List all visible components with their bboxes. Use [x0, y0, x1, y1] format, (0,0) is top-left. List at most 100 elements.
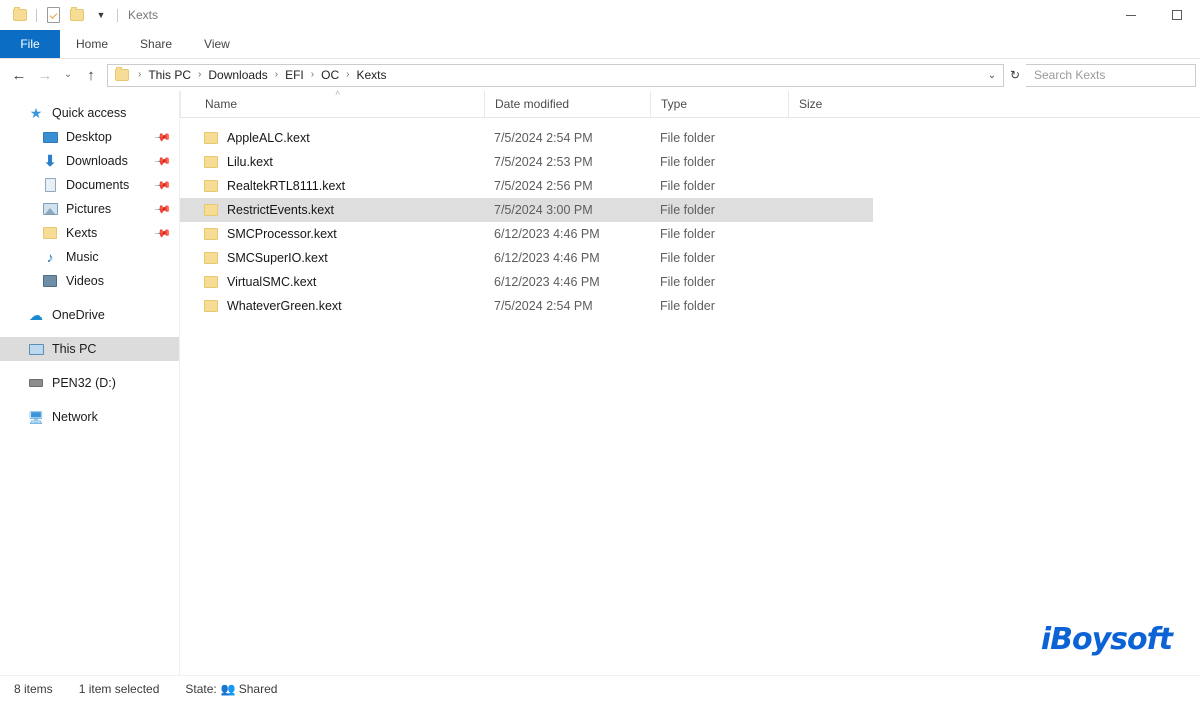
file-date-cell: 6/12/2023 4:46 PM	[494, 275, 600, 289]
column-header-size[interactable]: Size	[788, 91, 875, 117]
sidebar-item-label: PEN32 (D:)	[52, 376, 116, 390]
sidebar-item-label: Kexts	[66, 226, 98, 240]
sidebar-item-onedrive[interactable]: ☁ OneDrive	[0, 303, 180, 327]
explorer-body: ★ Quick access Desktop 📌 ⬇ Downloads 📌 D…	[0, 89, 1200, 675]
qat-customize-button[interactable]: ▼	[89, 4, 113, 26]
pin-icon: 📌	[153, 128, 172, 147]
sidebar-item-pen32-d[interactable]: PEN32 (D:)	[0, 371, 180, 395]
tab-file[interactable]: File	[0, 30, 60, 58]
column-header-name[interactable]: Name	[180, 91, 484, 117]
breadcrumb-item-kexts[interactable]: Kexts	[354, 68, 388, 82]
breadcrumb-separator-2[interactable]: ›	[270, 70, 283, 80]
sidebar-item-pictures[interactable]: Pictures 📌	[0, 197, 180, 221]
tab-file-label: File	[20, 37, 40, 51]
quick-access-toolbar: ▼	[8, 4, 122, 26]
file-name-text: SMCSuperIO.kext	[227, 251, 328, 265]
file-name-cell: AppleALC.kext	[180, 131, 484, 145]
file-name-cell: VirtualSMC.kext	[180, 275, 484, 289]
sidebar-item-label: This PC	[52, 342, 97, 356]
file-name-cell: SMCProcessor.kext	[180, 227, 484, 241]
up-button[interactable]: ↑	[78, 62, 104, 88]
breadcrumb-separator-1[interactable]: ›	[193, 70, 206, 80]
table-row[interactable]: WhateverGreen.kext 7/5/2024 2:54 PM File…	[180, 294, 873, 318]
tab-view[interactable]: View	[188, 30, 246, 58]
qat-properties-button[interactable]	[41, 4, 65, 26]
file-name-cell: RealtekRTL8111.kext	[180, 179, 484, 193]
search-input[interactable]: Search Kexts	[1026, 63, 1196, 87]
column-header-type[interactable]: Type	[650, 91, 788, 117]
table-row[interactable]: RestrictEvents.kext 7/5/2024 3:00 PM Fil…	[180, 198, 873, 222]
sidebar-gap-1	[0, 293, 180, 303]
tab-home-label: Home	[76, 37, 109, 51]
network-icon: 🖥	[27, 409, 45, 425]
folder-icon	[204, 252, 218, 264]
sidebar-item-documents[interactable]: Documents 📌	[0, 173, 180, 197]
folder-icon	[13, 7, 27, 21]
file-date-cell: 7/5/2024 2:54 PM	[494, 299, 593, 313]
drive-icon	[28, 375, 44, 391]
file-type-cell: File folder	[660, 155, 715, 169]
maximize-button[interactable]	[1154, 0, 1200, 30]
tab-home[interactable]: Home	[60, 30, 124, 58]
forward-arrow-icon: →	[37, 66, 53, 84]
table-row[interactable]: Lilu.kext 7/5/2024 2:53 PM File folder	[180, 150, 873, 174]
file-date-cell: 7/5/2024 2:53 PM	[494, 155, 593, 169]
table-row[interactable]: VirtualSMC.kext 6/12/2023 4:46 PM File f…	[180, 270, 873, 294]
breadcrumb-separator-3[interactable]: ›	[306, 70, 319, 80]
ribbon-tab-bar: File Home Share View	[0, 30, 1200, 59]
sidebar-item-this-pc[interactable]: This PC	[0, 337, 180, 361]
file-name-cell: SMCSuperIO.kext	[180, 251, 484, 265]
sidebar-item-network[interactable]: 🖥 Network	[0, 405, 180, 429]
file-date-cell: 7/5/2024 2:56 PM	[494, 179, 593, 193]
sidebar-item-music[interactable]: ♪ Music	[0, 245, 180, 269]
breadcrumb-item-this-pc[interactable]: This PC	[146, 68, 193, 82]
table-row[interactable]: RealtekRTL8111.kext 7/5/2024 2:56 PM Fil…	[180, 174, 873, 198]
qat-folder-button[interactable]	[8, 4, 32, 26]
column-header-date-modified[interactable]: Date modified	[484, 91, 650, 117]
address-dropdown-icon[interactable]: ⌄	[983, 70, 1001, 81]
sidebar-item-quick-access[interactable]: ★ Quick access	[0, 101, 180, 125]
qat-new-folder-button[interactable]	[65, 4, 89, 26]
forward-button[interactable]: →	[32, 62, 58, 88]
table-row[interactable]: SMCSuperIO.kext 6/12/2023 4:46 PM File f…	[180, 246, 873, 270]
address-input[interactable]: › This PC › Downloads › EFI › OC › Kexts…	[107, 63, 1004, 87]
back-button[interactable]: ←	[6, 62, 32, 88]
pin-icon: 📌	[153, 200, 172, 219]
breadcrumb-separator-4[interactable]: ›	[341, 70, 354, 80]
table-row[interactable]: AppleALC.kext 7/5/2024 2:54 PM File fold…	[180, 126, 873, 150]
column-header-row: ˄ Name Date modified Type Size	[180, 89, 1200, 118]
downloads-icon: ⬇	[43, 152, 57, 170]
folder-icon	[204, 180, 218, 192]
status-state-value: Shared	[238, 681, 278, 696]
breadcrumb-item-efi[interactable]: EFI	[283, 68, 306, 82]
back-arrow-icon: ←	[11, 66, 27, 84]
file-list-pane: ˄ Name Date modified Type Size AppleALC.…	[180, 89, 1200, 675]
sidebar-item-label: Downloads	[66, 154, 128, 168]
breadcrumb-item-oc[interactable]: OC	[319, 68, 341, 82]
videos-icon	[42, 273, 58, 289]
refresh-button[interactable]: ↻	[1004, 64, 1026, 87]
tab-share[interactable]: Share	[124, 30, 188, 58]
sidebar-item-label: OneDrive	[52, 308, 105, 322]
breadcrumb-item-downloads[interactable]: Downloads	[206, 68, 269, 82]
sidebar-item-downloads[interactable]: ⬇ Downloads 📌	[0, 149, 180, 173]
minimize-icon	[1126, 14, 1136, 16]
this-pc-icon	[28, 341, 44, 357]
sidebar-item-label: Music	[66, 250, 99, 264]
file-name-text: AppleALC.kext	[227, 131, 310, 145]
minimize-button[interactable]	[1108, 0, 1154, 30]
table-row[interactable]: SMCProcessor.kext 6/12/2023 4:46 PM File…	[180, 222, 873, 246]
sidebar-item-label: Quick access	[52, 106, 127, 120]
maximize-icon	[1172, 10, 1182, 20]
title-bar: ▼ Kexts	[0, 0, 1200, 30]
sidebar-item-videos[interactable]: Videos	[0, 269, 180, 293]
recent-locations-button[interactable]: ⌄	[58, 62, 78, 88]
file-name-text: WhateverGreen.kext	[227, 299, 342, 313]
music-icon: ♪	[46, 249, 54, 265]
sidebar-gap-3	[0, 361, 180, 371]
sidebar-item-kexts[interactable]: Kexts 📌	[0, 221, 180, 245]
sidebar-item-desktop[interactable]: Desktop 📌	[0, 125, 180, 149]
folder-icon	[204, 132, 218, 144]
status-state: State: 👥 Shared	[185, 682, 277, 696]
status-selection: 1 item selected	[78, 681, 160, 696]
